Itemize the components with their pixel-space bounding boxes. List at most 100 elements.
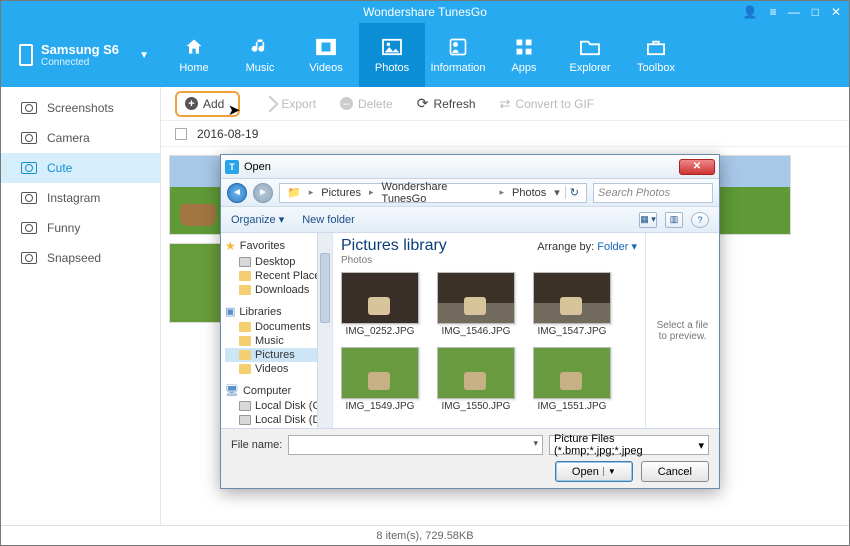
status-text: 8 item(s), 729.58KB bbox=[376, 530, 473, 542]
nav-scrollbar[interactable] bbox=[317, 233, 332, 428]
nav-item-pictures[interactable]: Pictures bbox=[225, 348, 332, 362]
file-name-input[interactable] bbox=[288, 435, 543, 455]
app-icon: T bbox=[225, 160, 239, 174]
add-button[interactable]: + Add ➤ bbox=[175, 91, 240, 117]
tab-label: Photos bbox=[375, 62, 409, 74]
breadcrumb-part[interactable]: Photos bbox=[509, 187, 549, 199]
folder-icon bbox=[239, 350, 251, 360]
tab-music[interactable]: Music bbox=[227, 23, 293, 87]
convert-gif-button[interactable]: ⇄Convert to GIF bbox=[500, 96, 595, 112]
chevron-down-icon[interactable]: ▼ bbox=[603, 467, 616, 476]
tab-explorer[interactable]: Explorer bbox=[557, 23, 623, 87]
chevron-down-icon: ▾ bbox=[698, 439, 704, 452]
nav-item-videos[interactable]: Videos bbox=[225, 362, 332, 376]
file-name: IMG_0252.JPG bbox=[346, 326, 415, 337]
delete-button[interactable]: –Delete bbox=[340, 97, 393, 111]
sidebar-item-camera[interactable]: Camera bbox=[1, 123, 160, 153]
minus-icon: – bbox=[340, 97, 353, 110]
refresh-button[interactable]: ⟳Refresh bbox=[417, 95, 476, 112]
tab-label: Music bbox=[246, 62, 275, 74]
open-file-dialog: T Open ✕ ◄ ► 📁▸ Pictures▸ Wondershare Tu… bbox=[220, 154, 720, 489]
app-title: Wondershare TunesGo bbox=[363, 5, 487, 19]
preview-pane-button[interactable]: ▥ bbox=[665, 212, 683, 228]
file-item[interactable]: IMG_1547.JPG bbox=[533, 272, 611, 337]
folder-icon bbox=[239, 336, 251, 346]
menu-icon[interactable]: ≡ bbox=[770, 5, 776, 19]
sidebar-item-label: Snapseed bbox=[47, 251, 101, 265]
user-icon[interactable]: 👤 bbox=[743, 5, 758, 19]
file-list: Pictures library Arrange by: Folder ▾ Ph… bbox=[333, 233, 645, 428]
organize-button[interactable]: Organize ▾ bbox=[231, 213, 284, 226]
nav-libraries[interactable]: ▣Libraries bbox=[225, 303, 332, 320]
status-bar: 8 item(s), 729.58KB bbox=[1, 525, 849, 545]
export-icon bbox=[262, 95, 279, 112]
tab-apps[interactable]: Apps bbox=[491, 23, 557, 87]
sidebar-item-screenshots[interactable]: Screenshots bbox=[1, 93, 160, 123]
nav-item-documents[interactable]: Documents bbox=[225, 320, 332, 334]
folder-icon: 📁 bbox=[284, 186, 304, 199]
breadcrumb-part[interactable]: Wondershare TunesGo bbox=[379, 181, 495, 205]
file-item[interactable]: IMG_1550.JPG bbox=[437, 347, 515, 412]
tab-photos[interactable]: Photos bbox=[359, 23, 425, 87]
file-item[interactable]: IMG_1551.JPG bbox=[533, 347, 611, 412]
folder-icon bbox=[239, 364, 251, 374]
file-item[interactable]: IMG_0252.JPG bbox=[341, 272, 419, 337]
cancel-button[interactable]: Cancel bbox=[641, 461, 709, 482]
tab-toolbox[interactable]: Toolbox bbox=[623, 23, 689, 87]
file-name: IMG_1549.JPG bbox=[346, 401, 415, 412]
library-title: Pictures library bbox=[341, 237, 447, 255]
nav-item-music[interactable]: Music bbox=[225, 334, 332, 348]
file-item[interactable]: IMG_1549.JPG bbox=[341, 347, 419, 412]
device-selector[interactable]: Samsung S6 Connected ▼ bbox=[1, 23, 161, 87]
dialog-close-button[interactable]: ✕ bbox=[679, 159, 715, 175]
nav-label: Documents bbox=[255, 321, 311, 333]
star-icon: ★ bbox=[225, 239, 236, 253]
search-input[interactable]: Search Photos bbox=[593, 183, 713, 203]
nav-item-downloads[interactable]: Downloads bbox=[225, 283, 332, 297]
sidebar-item-snapseed[interactable]: Snapseed bbox=[1, 243, 160, 273]
tab-home[interactable]: Home bbox=[161, 23, 227, 87]
minimize-icon[interactable]: — bbox=[788, 5, 800, 19]
help-button[interactable]: ? bbox=[691, 212, 709, 228]
sidebar-item-instagram[interactable]: Instagram bbox=[1, 183, 160, 213]
file-type-filter[interactable]: Picture Files (*.bmp;*.jpg;*.jpeg▾ bbox=[549, 435, 709, 455]
breadcrumb-part[interactable]: Pictures bbox=[318, 187, 364, 199]
breadcrumb-dropdown-icon[interactable]: ▾ bbox=[551, 186, 563, 199]
tab-information[interactable]: Information bbox=[425, 23, 491, 87]
view-options-button[interactable]: ▦ ▾ bbox=[639, 212, 657, 228]
sidebar-item-funny[interactable]: Funny bbox=[1, 213, 160, 243]
nav-item-recent[interactable]: Recent Places bbox=[225, 269, 332, 283]
nav-label: Downloads bbox=[255, 284, 309, 296]
nav-computer[interactable]: 🖥Computer bbox=[225, 382, 332, 399]
close-icon[interactable]: ✕ bbox=[831, 5, 841, 19]
title-bar: Wondershare TunesGo 👤 ≡ — □ ✕ bbox=[1, 1, 849, 23]
nav-item-disk-d[interactable]: Local Disk (D:) bbox=[225, 413, 332, 427]
nav-back-button[interactable]: ◄ bbox=[227, 183, 247, 203]
nav-forward-button[interactable]: ► bbox=[253, 183, 273, 203]
nav-label: Libraries bbox=[239, 306, 281, 318]
file-item[interactable]: IMG_1546.JPG bbox=[437, 272, 515, 337]
open-button[interactable]: Open ▼ bbox=[555, 461, 633, 482]
nav-item-disk-c[interactable]: Local Disk (C:) bbox=[225, 399, 332, 413]
tab-videos[interactable]: Videos bbox=[293, 23, 359, 87]
sidebar-item-label: Funny bbox=[47, 221, 80, 235]
breadcrumb-refresh-icon[interactable]: ↻ bbox=[565, 186, 582, 199]
dialog-titlebar[interactable]: T Open ✕ bbox=[221, 155, 719, 179]
breadcrumb[interactable]: 📁▸ Pictures▸ Wondershare TunesGo▸ Photos… bbox=[279, 183, 587, 203]
arrange-by[interactable]: Arrange by: Folder ▾ bbox=[537, 240, 637, 253]
nav-item-desktop[interactable]: Desktop bbox=[225, 255, 332, 269]
file-name-label: File name: bbox=[231, 439, 282, 451]
nav-label: Music bbox=[255, 335, 284, 347]
library-sub: Photos bbox=[341, 255, 637, 266]
photos-icon bbox=[380, 36, 404, 58]
maximize-icon[interactable]: □ bbox=[812, 5, 819, 19]
export-button[interactable]: Export bbox=[264, 97, 316, 111]
new-folder-button[interactable]: New folder bbox=[302, 214, 355, 226]
nav-favorites[interactable]: ★Favorites bbox=[225, 237, 332, 255]
sidebar-item-cute[interactable]: Cute bbox=[1, 153, 160, 183]
open-label: Open bbox=[572, 466, 599, 478]
main-tabs: Home Music Videos Photos Information App… bbox=[161, 23, 849, 87]
sidebar: Screenshots Camera Cute Instagram Funny … bbox=[1, 87, 161, 525]
computer-icon: 🖥 bbox=[225, 384, 239, 397]
select-all-checkbox[interactable] bbox=[175, 128, 187, 140]
